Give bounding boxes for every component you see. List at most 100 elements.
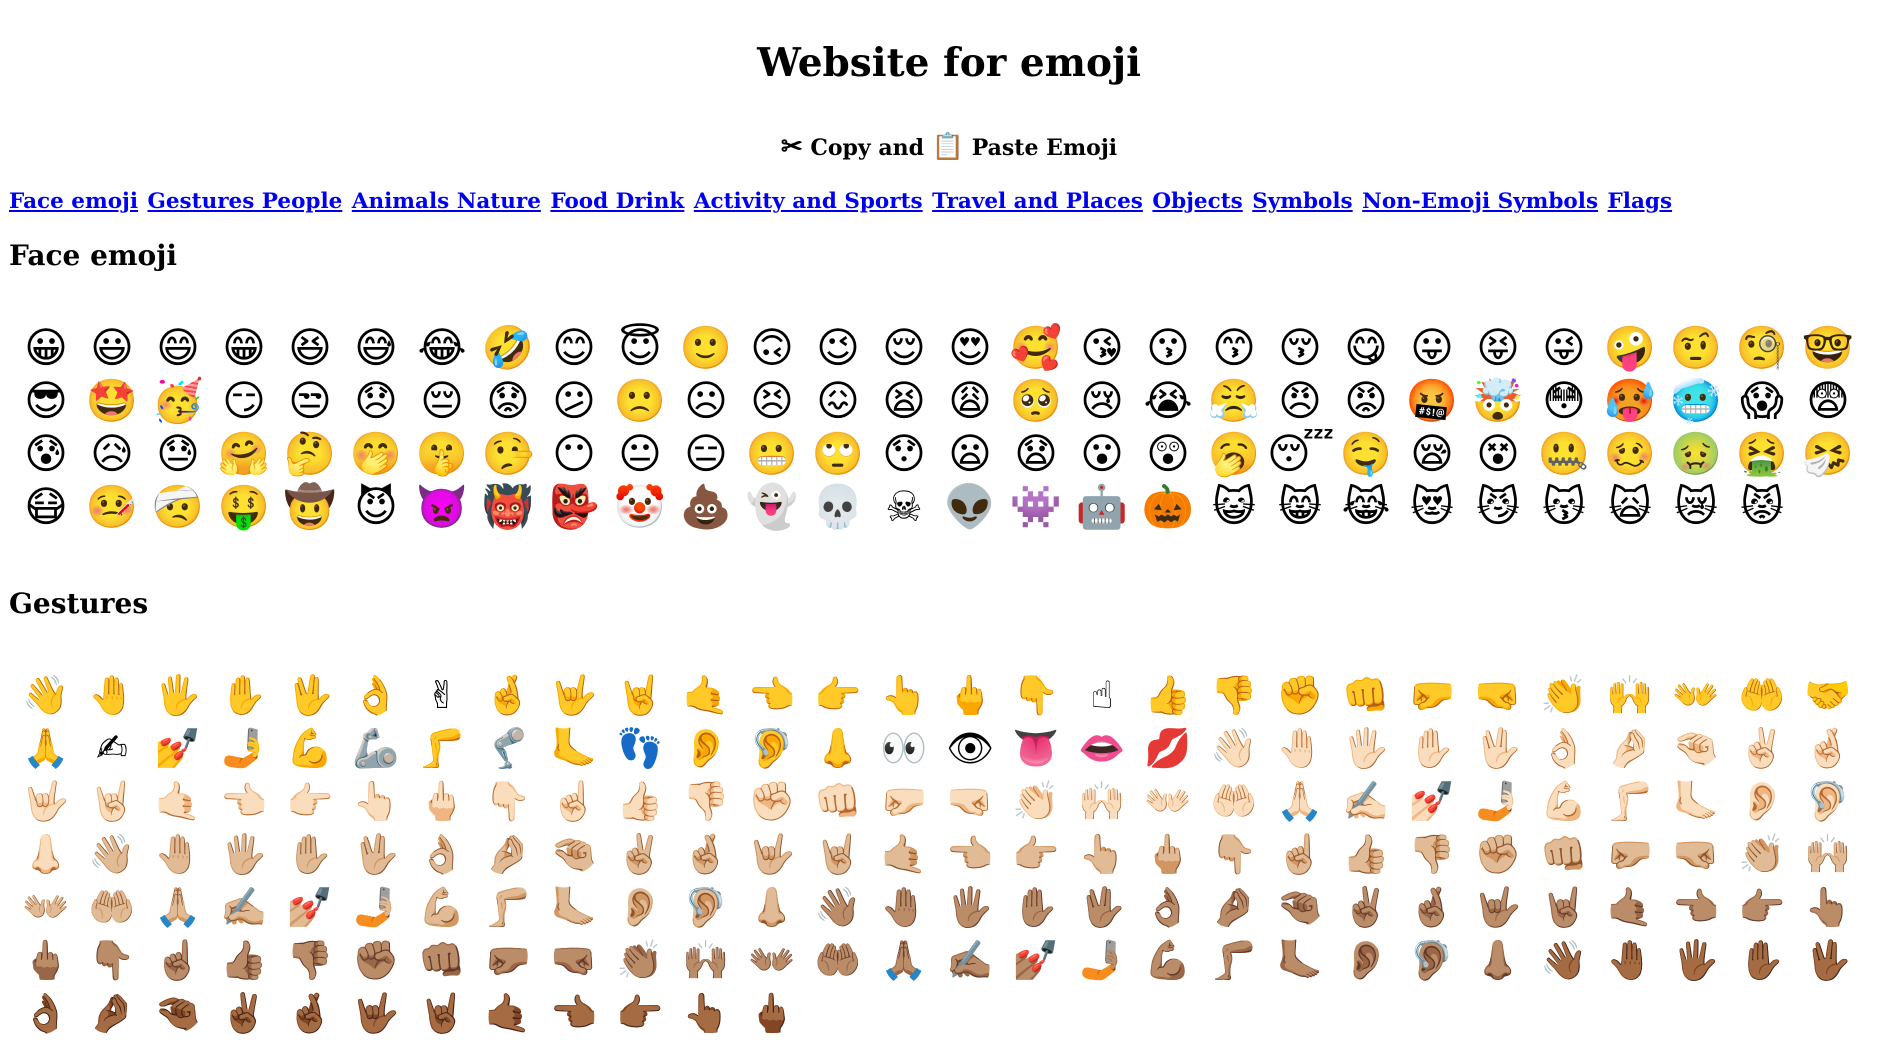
gesture-emoji-162[interactable]: 👃🏽 [1465, 934, 1531, 987]
face-emoji-23[interactable]: 😜 [1531, 321, 1597, 374]
face-emoji-41[interactable]: 😫 [871, 374, 937, 427]
gesture-emoji-129[interactable]: 👌🏽 [1135, 881, 1201, 934]
gesture-emoji-28[interactable]: 🙏 [13, 722, 79, 775]
face-emoji-20[interactable]: 😋 [1333, 321, 1399, 374]
gesture-emoji-106[interactable]: ✊🏼 [1465, 828, 1531, 881]
gesture-emoji-121[interactable]: 👂🏼 [607, 881, 673, 934]
face-emoji-105[interactable]: 😻 [1399, 480, 1465, 533]
face-emoji-37[interactable]: 🙁 [607, 374, 673, 427]
gesture-emoji-78[interactable]: 🤳🏻 [1465, 775, 1531, 828]
face-emoji-55[interactable]: 😨 [1795, 374, 1861, 427]
gesture-emoji-14[interactable]: 🖕 [937, 669, 1003, 722]
gesture-emoji-16[interactable]: ☝ [1069, 669, 1135, 722]
gesture-emoji-113[interactable]: 🤲🏼 [79, 881, 145, 934]
face-emoji-52[interactable]: 🥵 [1597, 374, 1663, 427]
face-emoji-72[interactable]: 😮 [1069, 427, 1135, 480]
gesture-emoji-171[interactable]: ✌🏾 [211, 987, 277, 1040]
gesture-emoji-23[interactable]: 👏 [1531, 669, 1597, 722]
gesture-emoji-100[interactable]: 👆🏼 [1069, 828, 1135, 881]
gesture-emoji-49[interactable]: ✋🏻 [1399, 722, 1465, 775]
face-emoji-42[interactable]: 😩 [937, 374, 1003, 427]
face-emoji-30[interactable]: 🥳 [145, 374, 211, 427]
gesture-emoji-39[interactable]: 🦻 [739, 722, 805, 775]
gesture-emoji-10[interactable]: 🤙 [673, 669, 739, 722]
gesture-emoji-4[interactable]: 🖖 [277, 669, 343, 722]
gesture-emoji-139[interactable]: 👆🏽 [1795, 881, 1861, 934]
gesture-emoji-150[interactable]: 🙌🏽 [673, 934, 739, 987]
gesture-emoji-24[interactable]: 🙌 [1597, 669, 1663, 722]
face-emoji-57[interactable]: 😥 [79, 427, 145, 480]
gesture-emoji-83[interactable]: 🦻🏻 [1795, 775, 1861, 828]
gesture-emoji-145[interactable]: ✊🏽 [343, 934, 409, 987]
gesture-emoji-54[interactable]: ✌🏻 [1729, 722, 1795, 775]
gesture-emoji-17[interactable]: 👍 [1135, 669, 1201, 722]
face-emoji-67[interactable]: 😬 [739, 427, 805, 480]
gesture-emoji-176[interactable]: 👈🏾 [541, 987, 607, 1040]
face-emoji-10[interactable]: 🙂 [673, 321, 739, 374]
gesture-emoji-38[interactable]: 👂 [673, 722, 739, 775]
gesture-emoji-56[interactable]: 🤟🏻 [13, 775, 79, 828]
gesture-emoji-148[interactable]: 🤜🏽 [541, 934, 607, 987]
gesture-emoji-167[interactable]: 🖖🏾 [1795, 934, 1861, 987]
gesture-emoji-27[interactable]: 🤝 [1795, 669, 1861, 722]
gesture-emoji-37[interactable]: 👣 [607, 722, 673, 775]
face-emoji-73[interactable]: 😲 [1135, 427, 1201, 480]
face-emoji-51[interactable]: 😳 [1531, 374, 1597, 427]
gesture-emoji-82[interactable]: 👂🏻 [1729, 775, 1795, 828]
gesture-emoji-63[interactable]: 👇🏻 [475, 775, 541, 828]
face-emoji-9[interactable]: 😇 [607, 321, 673, 374]
face-emoji-49[interactable]: 🤬 [1399, 374, 1465, 427]
face-emoji-99[interactable]: 👾 [1003, 480, 1069, 533]
gesture-emoji-120[interactable]: 🦶🏼 [541, 881, 607, 934]
nav-link-symbols[interactable]: Symbols [1252, 189, 1352, 214]
gesture-emoji-73[interactable]: 👐🏻 [1135, 775, 1201, 828]
gesture-emoji-62[interactable]: 🖕🏻 [409, 775, 475, 828]
gesture-emoji-168[interactable]: 👌🏾 [13, 987, 79, 1040]
face-emoji-21[interactable]: 😛 [1399, 321, 1465, 374]
gesture-emoji-164[interactable]: 🤚🏾 [1597, 934, 1663, 987]
gesture-emoji-152[interactable]: 🤲🏽 [805, 934, 871, 987]
face-emoji-78[interactable]: 😵 [1465, 427, 1531, 480]
gesture-emoji-30[interactable]: 💅 [145, 722, 211, 775]
gesture-emoji-119[interactable]: 🦵🏼 [475, 881, 541, 934]
gesture-emoji-102[interactable]: 👇🏼 [1201, 828, 1267, 881]
gesture-emoji-97[interactable]: 🤙🏼 [871, 828, 937, 881]
gesture-emoji-35[interactable]: 🦿 [475, 722, 541, 775]
gesture-emoji-173[interactable]: 🤟🏾 [343, 987, 409, 1040]
gesture-emoji-1[interactable]: 🤚 [79, 669, 145, 722]
face-emoji-100[interactable]: 🤖 [1069, 480, 1135, 533]
gesture-emoji-43[interactable]: 👅 [1003, 722, 1069, 775]
face-emoji-27[interactable]: 🤓 [1795, 321, 1861, 374]
face-emoji-64[interactable]: 😶 [541, 427, 607, 480]
gesture-emoji-151[interactable]: 👐🏽 [739, 934, 805, 987]
gesture-emoji-61[interactable]: 👆🏻 [343, 775, 409, 828]
face-emoji-91[interactable]: 👹 [475, 480, 541, 533]
gesture-emoji-101[interactable]: 🖕🏼 [1135, 828, 1201, 881]
gesture-emoji-40[interactable]: 👃 [805, 722, 871, 775]
gesture-emoji-46[interactable]: 👋🏻 [1201, 722, 1267, 775]
gesture-emoji-19[interactable]: ✊ [1267, 669, 1333, 722]
face-emoji-97[interactable]: ☠ [871, 480, 937, 533]
gesture-emoji-76[interactable]: ✍🏻 [1333, 775, 1399, 828]
gesture-emoji-155[interactable]: 💅🏽 [1003, 934, 1069, 987]
gesture-emoji-169[interactable]: 🤌🏾 [79, 987, 145, 1040]
face-emoji-31[interactable]: 😏 [211, 374, 277, 427]
gesture-emoji-20[interactable]: 👊 [1333, 669, 1399, 722]
gesture-emoji-55[interactable]: 🤞🏻 [1795, 722, 1861, 775]
gesture-emoji-67[interactable]: ✊🏻 [739, 775, 805, 828]
gesture-emoji-110[interactable]: 👏🏼 [1729, 828, 1795, 881]
face-emoji-53[interactable]: 🥶 [1663, 374, 1729, 427]
gesture-emoji-130[interactable]: 🤌🏽 [1201, 881, 1267, 934]
face-emoji-79[interactable]: 🤐 [1531, 427, 1597, 480]
face-emoji-39[interactable]: 😣 [739, 374, 805, 427]
gesture-emoji-140[interactable]: 🖕🏽 [13, 934, 79, 987]
gesture-emoji-87[interactable]: 🖐🏼 [211, 828, 277, 881]
gesture-emoji-104[interactable]: 👍🏼 [1333, 828, 1399, 881]
face-emoji-102[interactable]: 😺 [1201, 480, 1267, 533]
gesture-emoji-3[interactable]: ✋ [211, 669, 277, 722]
gesture-emoji-133[interactable]: 🤞🏽 [1399, 881, 1465, 934]
gesture-emoji-143[interactable]: 👍🏽 [211, 934, 277, 987]
gesture-emoji-144[interactable]: 👎🏽 [277, 934, 343, 987]
gesture-emoji-114[interactable]: 🙏🏼 [145, 881, 211, 934]
gesture-emoji-53[interactable]: 🤏🏻 [1663, 722, 1729, 775]
